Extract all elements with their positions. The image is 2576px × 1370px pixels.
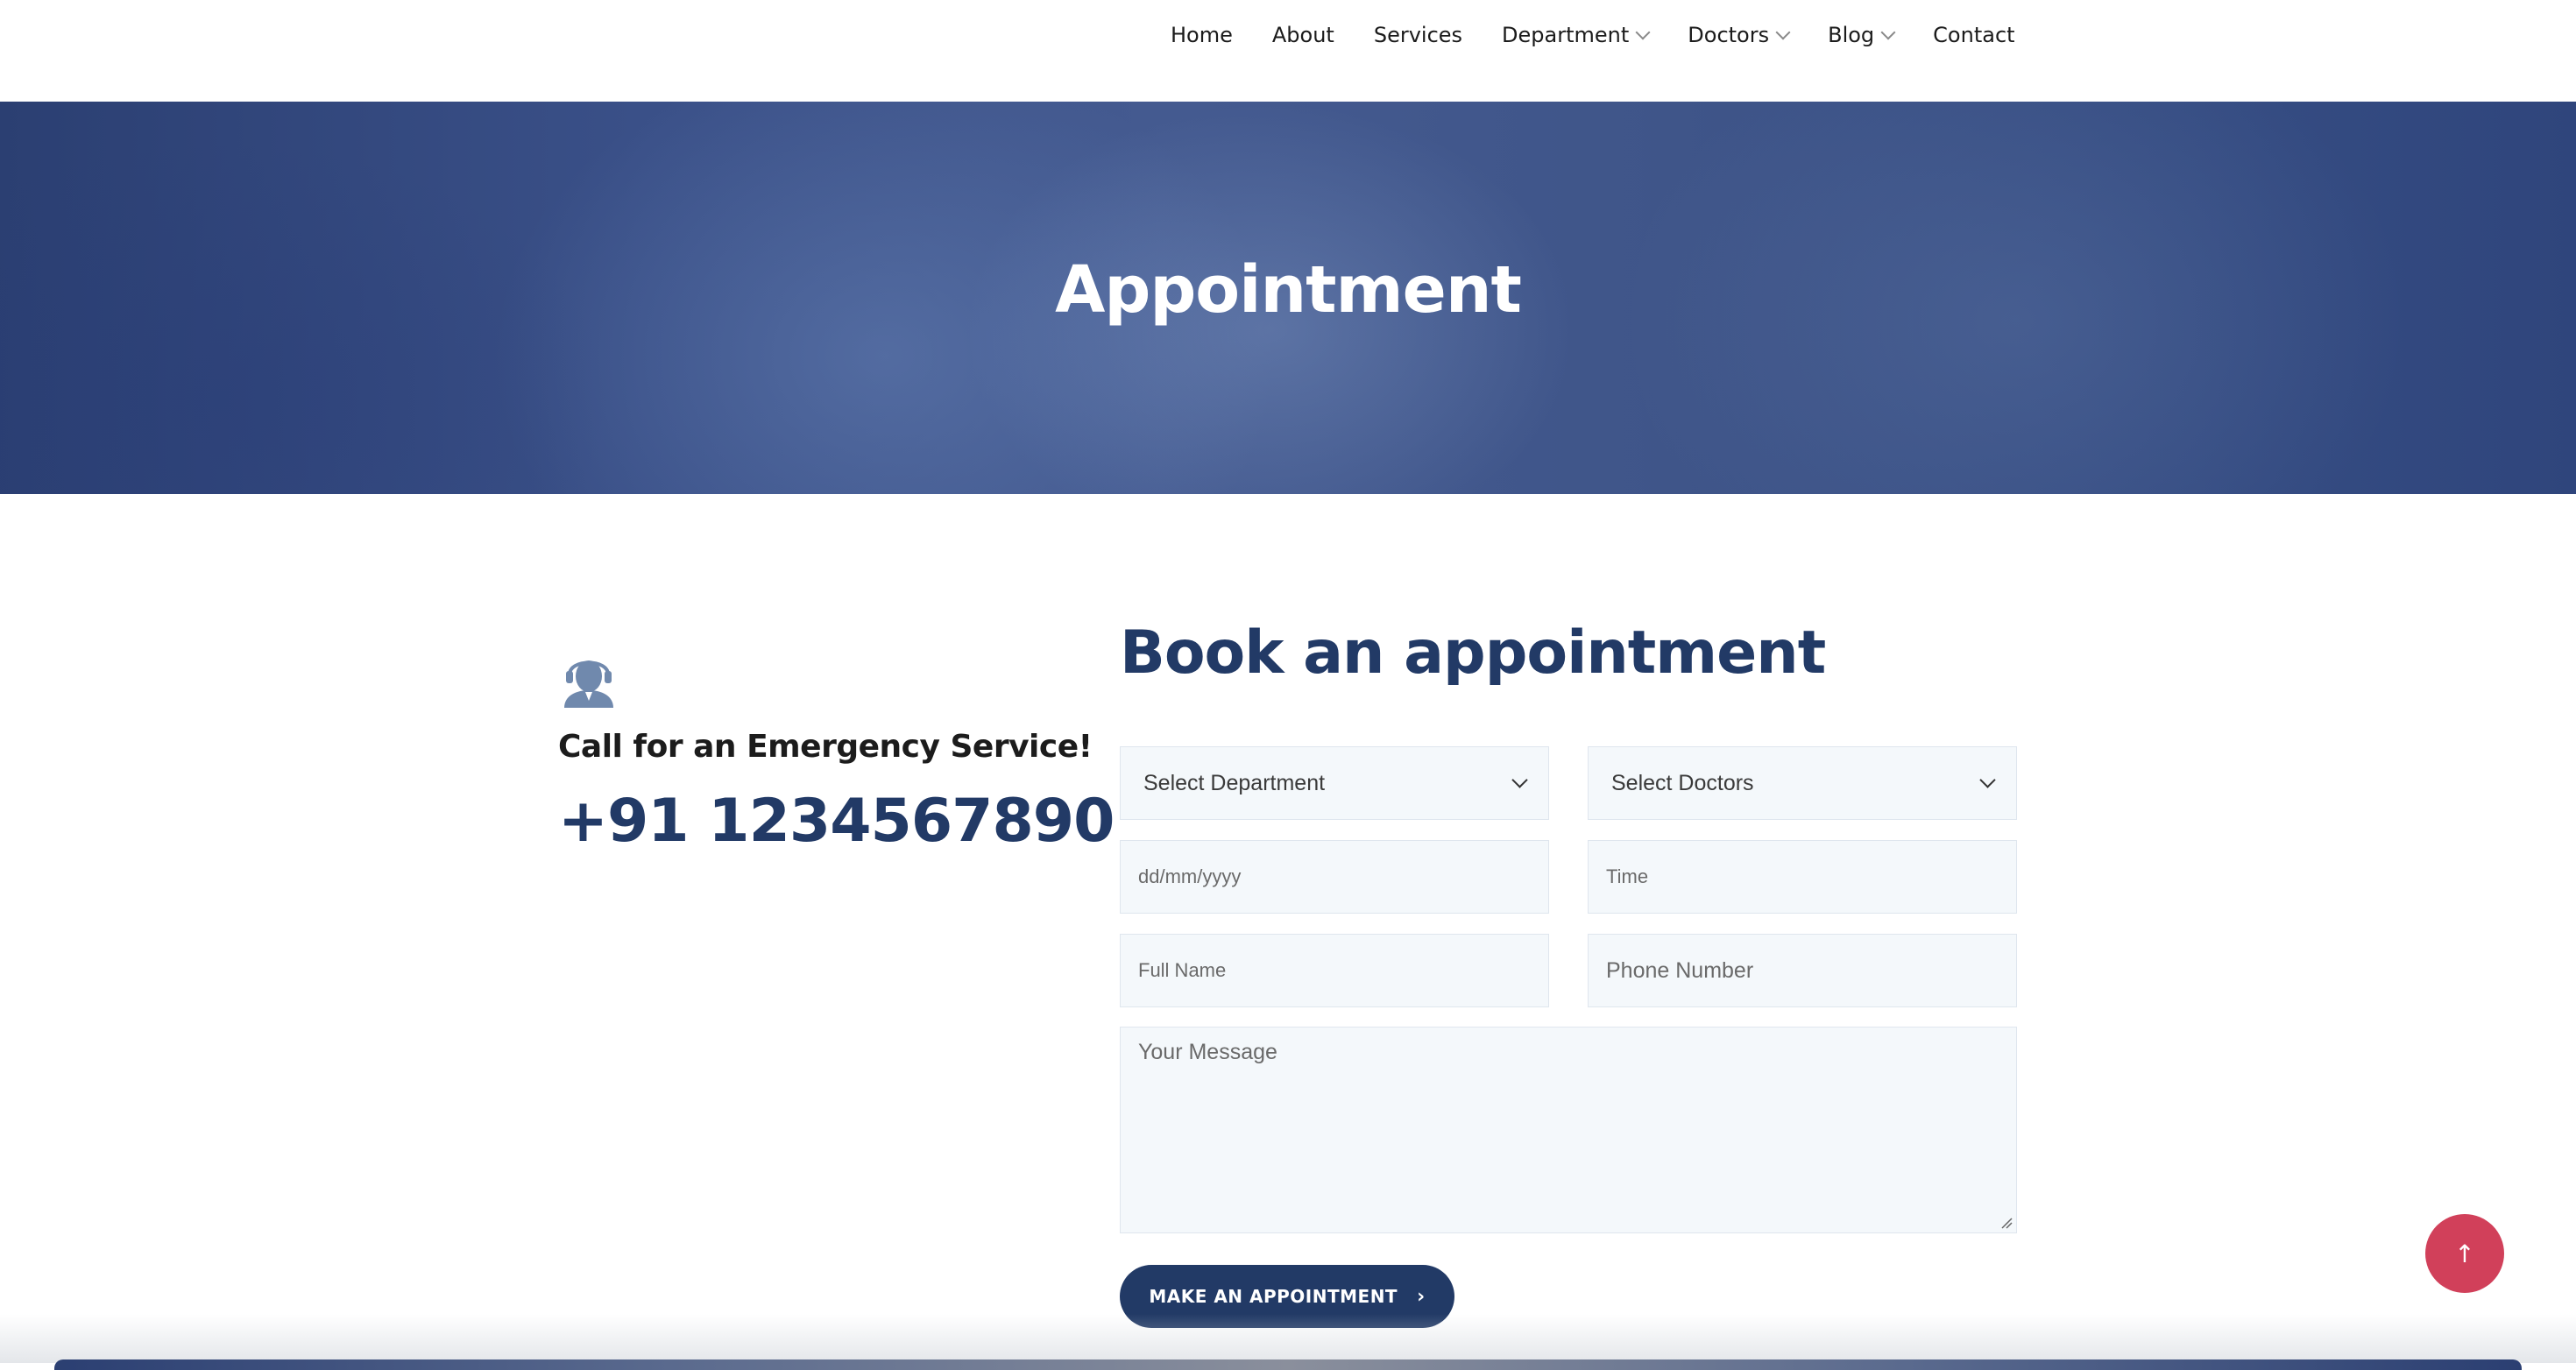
nav-home-label: Home [1171,23,1233,47]
chevron-down-icon [1511,772,1528,788]
time-input-placeholder: Time [1606,865,1649,887]
arrow-up-icon: ↑ [2454,1239,2475,1268]
form-title: Book an appointment [1120,618,1826,688]
full-name-input[interactable]: Full Name [1120,934,1549,1007]
nav-services-label: Services [1373,23,1463,47]
message-textarea[interactable]: Your Message [1120,1027,2017,1233]
chevron-down-icon [1979,772,1996,788]
nav-department[interactable]: Department [1502,23,1651,47]
nav-contact-label: Contact [1933,23,2015,47]
time-input[interactable]: Time [1588,840,2017,914]
nav-about-label: About [1271,23,1334,47]
nav-services[interactable]: Services [1374,23,1462,47]
doctor-select[interactable]: Select Doctors [1588,746,2017,820]
nav-blog-label: Blog [1828,23,1875,47]
nav-blog[interactable]: Blog [1828,23,1896,47]
doctor-select-value: Select Doctors [1611,770,1754,795]
nav-home[interactable]: Home [1171,23,1233,47]
chevron-right-icon: › [1417,1285,1426,1308]
chevron-down-icon [1880,25,1896,40]
resize-handle-icon[interactable] [2000,1217,2013,1229]
nav-about[interactable]: About [1272,23,1334,47]
make-appointment-label: MAKE AN APPOINTMENT [1149,1286,1398,1307]
department-select-value: Select Department [1143,770,1326,795]
date-input-placeholder: dd/mm/yyyy [1138,865,1242,887]
date-input[interactable]: dd/mm/yyyy [1120,840,1549,914]
nav-doctors[interactable]: Doctors [1688,23,1791,47]
scroll-to-top-button[interactable]: ↑ [2425,1214,2504,1293]
nav-contact[interactable]: Contact [1933,23,2014,47]
nav-department-label: Department [1502,23,1630,47]
phone-number-input[interactable]: Phone Number [1588,934,2017,1007]
chevron-down-icon [1775,25,1791,40]
nav-doctors-label: Doctors [1688,23,1770,47]
support-agent-icon [564,660,613,708]
emergency-phone[interactable]: +91 1234567890 [558,787,1115,856]
department-select[interactable]: Select Department [1120,746,1549,820]
full-name-placeholder: Full Name [1138,959,1227,981]
page-banner: Appointment [0,102,2576,494]
chevron-down-icon [1635,25,1651,40]
message-placeholder: Your Message [1138,1040,1277,1064]
main-menu: Home About Services Department Doctors B… [1171,0,2015,70]
footer-edge [54,1359,2522,1370]
page-title: Appointment [1055,252,1522,328]
phone-number-placeholder: Phone Number [1606,957,1754,983]
footer-shadow [0,1314,2576,1363]
emergency-title: Call for an Emergency Service! [558,729,1093,765]
top-navbar: Home About Services Department Doctors B… [0,0,2576,102]
